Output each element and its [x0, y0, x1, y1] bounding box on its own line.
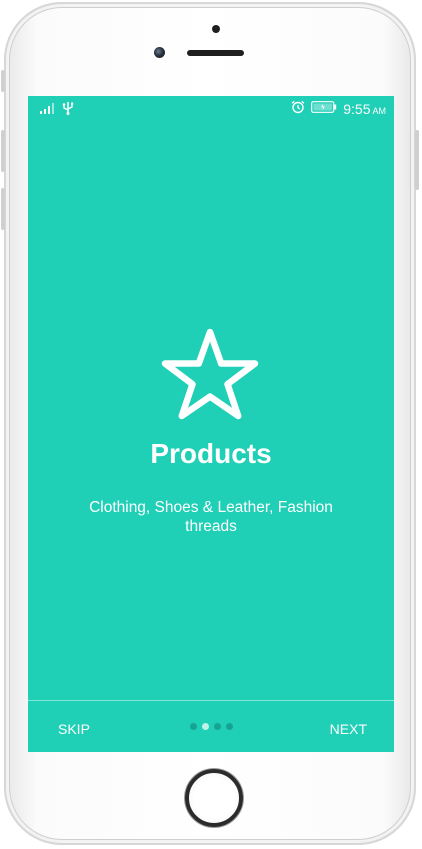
- signal-icon: [40, 102, 56, 117]
- skip-button[interactable]: SKIP: [58, 721, 90, 737]
- earpiece-speaker: [187, 50, 244, 56]
- page-indicator: [190, 723, 233, 730]
- time-value: 9:55: [343, 100, 371, 117]
- page-dot-2-active[interactable]: [202, 723, 209, 730]
- page-title: Products: [150, 438, 272, 469]
- page-dot-1[interactable]: [190, 723, 197, 730]
- volume-up-button: [1, 130, 5, 172]
- star-icon: [160, 326, 260, 422]
- device-mockup: 9:55 AM Products Clothing, Shoes & Leathe…: [0, 0, 422, 849]
- page-dot-4[interactable]: [226, 723, 233, 730]
- time-ampm: AM: [372, 105, 387, 116]
- next-button[interactable]: NEXT: [330, 721, 367, 737]
- status-bar: 9:55 AM: [28, 96, 394, 120]
- usb-icon: [62, 101, 74, 118]
- proximity-sensor: [212, 25, 220, 33]
- alarm-icon: [291, 100, 305, 117]
- front-camera: [154, 47, 165, 58]
- silent-switch: [1, 70, 5, 92]
- home-button[interactable]: [185, 769, 243, 827]
- volume-down-button: [1, 188, 5, 230]
- page-subtitle: Clothing, Shoes & Leather, Fashion threa…: [89, 499, 333, 535]
- bottom-divider: [28, 700, 394, 701]
- battery-icon: [311, 101, 337, 116]
- status-time: 9:55 AM: [343, 101, 386, 117]
- page-dot-3[interactable]: [214, 723, 221, 730]
- app-screen: 9:55 AM Products Clothing, Shoes & Leathe…: [28, 96, 394, 752]
- power-button: [415, 130, 419, 190]
